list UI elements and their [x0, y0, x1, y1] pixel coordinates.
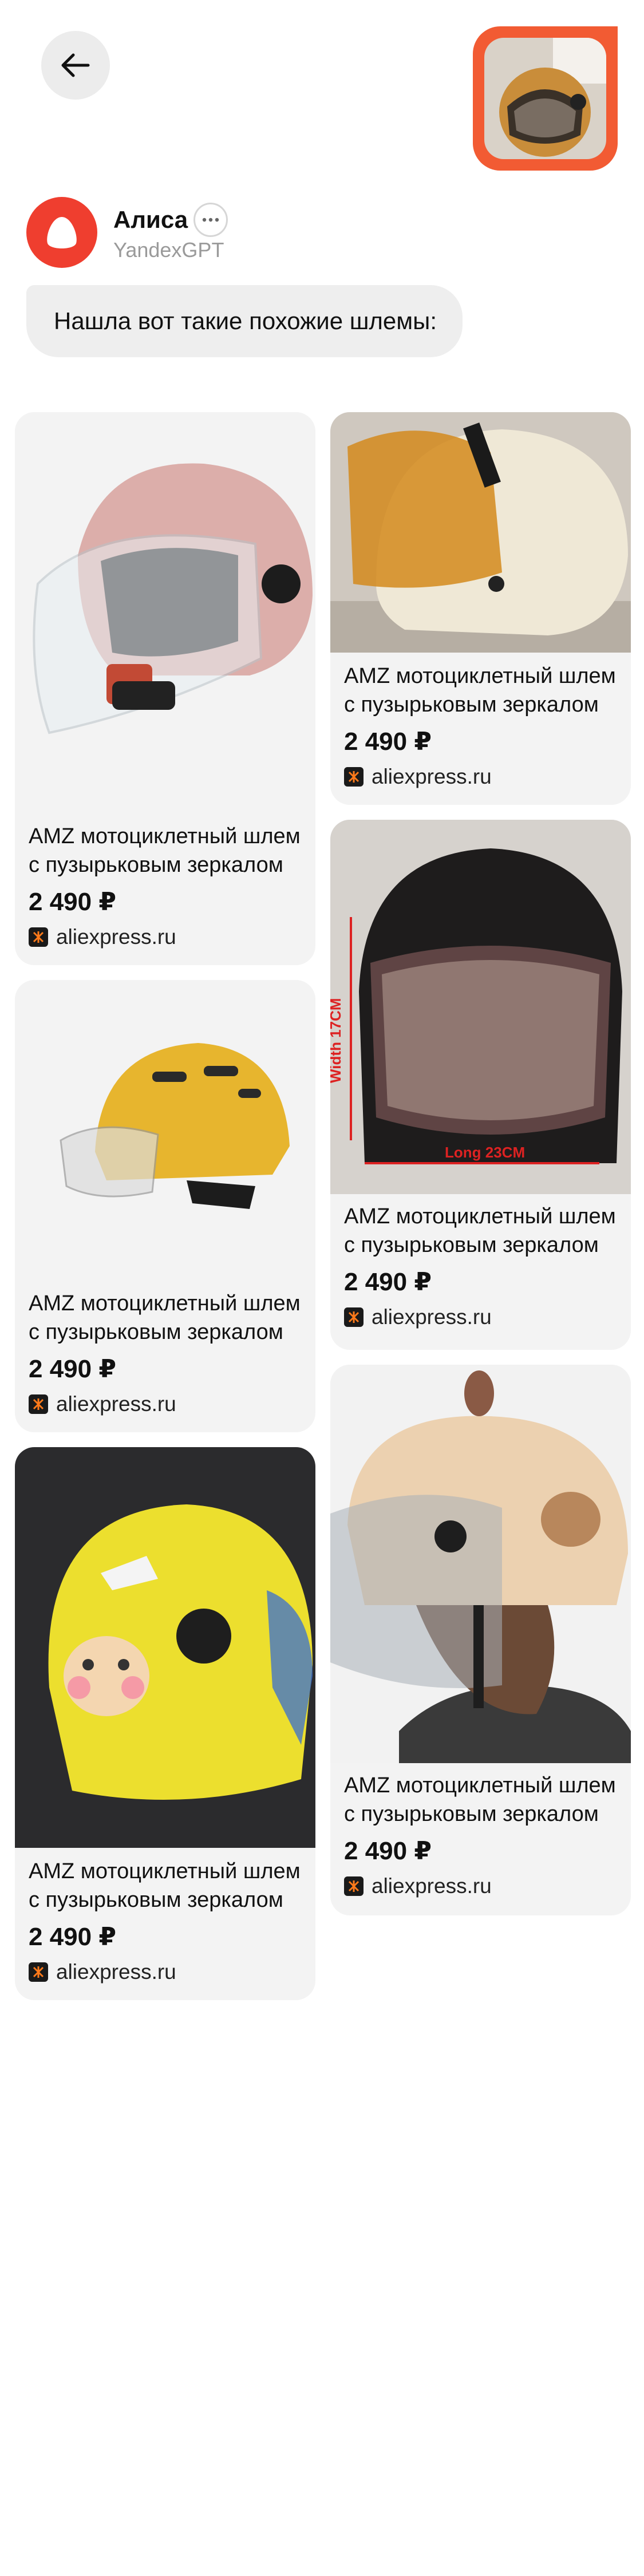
- arrow-left-icon: [61, 53, 90, 77]
- alice-avatar: [26, 197, 97, 268]
- product-title: AMZ мотоциклетный шлем с пузырьковым зер…: [344, 1204, 616, 1257]
- product-title: AMZ мотоциклетный шлем с пузырьковым зер…: [344, 1773, 616, 1826]
- more-dots-icon: [202, 218, 219, 222]
- product-card[interactable]: AMZ мотоциклетный шлем с пузырьковым зер…: [15, 980, 315, 1432]
- aliexpress-icon: [344, 1876, 364, 1896]
- product-image: [330, 412, 631, 653]
- product-source: aliexpress.ru: [29, 925, 176, 949]
- back-button[interactable]: [41, 31, 110, 100]
- aliexpress-icon: [29, 927, 48, 947]
- product-price: 2 490 ₽: [344, 728, 432, 756]
- product-card[interactable]: AMZ мотоциклетный шлем с пузырьковым зер…: [15, 412, 315, 965]
- product-title: AMZ мотоциклетный шлем с пузырьковым зер…: [29, 1859, 301, 1912]
- product-source: aliexpress.ru: [344, 765, 492, 789]
- product-source: aliexpress.ru: [344, 1305, 492, 1329]
- product-source-label: aliexpress.ru: [56, 1960, 176, 1984]
- product-card[interactable]: AMZ мотоциклетный шлем с пузырьковым зер…: [330, 412, 631, 805]
- product-image: [330, 1365, 631, 1763]
- product-source: aliexpress.ru: [29, 1960, 176, 1984]
- assistant-message-text: Нашла вот такие похожие шлемы:: [54, 307, 437, 334]
- product-source-label: aliexpress.ru: [372, 765, 492, 788]
- assistant-subtitle: YandexGPT: [113, 238, 224, 262]
- aliexpress-icon: [29, 1394, 48, 1414]
- assistant-message: Нашла вот такие похожие шлемы:: [26, 285, 463, 357]
- product-price: 2 490 ₽: [29, 1923, 116, 1951]
- more-options-button[interactable]: [193, 203, 228, 237]
- product-image: Width 17CM Long 23CM: [330, 820, 631, 1194]
- product-card[interactable]: Width 17CM Long 23CM AMZ мотоциклетный ш…: [330, 820, 631, 1350]
- product-image: [15, 980, 315, 1279]
- assistant-name: Алиса: [113, 206, 188, 233]
- product-source: aliexpress.ru: [29, 1392, 176, 1416]
- product-image: [15, 1447, 315, 1848]
- aliexpress-icon: [29, 1962, 48, 1982]
- product-title: AMZ мотоциклетный шлем с пузырьковым зер…: [29, 824, 301, 877]
- product-title: AMZ мотоциклетный шлем с пузырьковым зер…: [344, 664, 616, 717]
- product-image: [15, 412, 315, 819]
- product-source-label: aliexpress.ru: [372, 1874, 492, 1898]
- product-price: 2 490 ₽: [29, 888, 116, 916]
- query-image: [484, 38, 606, 159]
- product-price: 2 490 ₽: [344, 1268, 432, 1296]
- alice-logo-icon: [47, 217, 77, 248]
- product-source: aliexpress.ru: [344, 1874, 492, 1898]
- product-source-label: aliexpress.ru: [372, 1305, 492, 1329]
- product-card[interactable]: AMZ мотоциклетный шлем с пузырьковым зер…: [15, 1447, 315, 2000]
- product-price: 2 490 ₽: [344, 1837, 432, 1865]
- length-measure-label: Long 23CM: [445, 1144, 525, 1161]
- aliexpress-icon: [344, 1307, 364, 1327]
- aliexpress-icon: [344, 767, 364, 787]
- width-measure-label: Width 17CM: [330, 998, 344, 1083]
- product-title: AMZ мотоциклетный шлем с пузырьковым зер…: [29, 1291, 301, 1344]
- product-card[interactable]: AMZ мотоциклетный шлем с пузырьковым зер…: [330, 1365, 631, 1915]
- query-image-thumbnail[interactable]: [473, 26, 618, 171]
- product-price: 2 490 ₽: [29, 1355, 116, 1383]
- product-source-label: aliexpress.ru: [56, 1392, 176, 1416]
- product-source-label: aliexpress.ru: [56, 925, 176, 949]
